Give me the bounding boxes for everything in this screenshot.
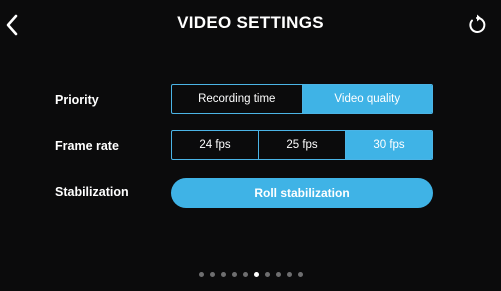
priority-label: Priority xyxy=(55,93,99,107)
reset-icon xyxy=(469,14,486,33)
video-settings-screen: VIDEO SETTINGS Priority Recording time V… xyxy=(0,0,501,291)
frame-rate-option-24fps[interactable]: 24 fps xyxy=(172,131,258,159)
page-dot[interactable] xyxy=(275,272,281,277)
page-title: VIDEO SETTINGS xyxy=(177,13,324,32)
priority-option-video-quality[interactable]: Video quality xyxy=(301,85,432,113)
page-dot[interactable] xyxy=(242,272,248,277)
frame-rate-segmented-control: 24 fps 25 fps 30 fps xyxy=(171,130,433,160)
frame-rate-option-25fps[interactable]: 25 fps xyxy=(258,131,345,159)
page-dot[interactable] xyxy=(209,272,215,277)
page-dot[interactable] xyxy=(264,272,270,277)
page-dot[interactable] xyxy=(231,272,237,277)
stabilization-button[interactable]: Roll stabilization xyxy=(171,178,433,208)
page-dot[interactable] xyxy=(297,272,303,277)
priority-segmented-control: Recording time Video quality xyxy=(171,84,433,114)
page-dot[interactable] xyxy=(198,272,204,277)
reset-button[interactable] xyxy=(463,11,491,39)
page-dot-active[interactable] xyxy=(253,272,259,277)
page-dot[interactable] xyxy=(286,272,292,277)
priority-option-recording-time[interactable]: Recording time xyxy=(172,85,302,113)
page-dot[interactable] xyxy=(220,272,226,277)
page-indicator xyxy=(0,272,501,277)
frame-rate-option-30fps[interactable]: 30 fps xyxy=(345,131,432,159)
stabilization-label: Stabilization xyxy=(55,185,129,199)
frame-rate-label: Frame rate xyxy=(55,139,119,153)
